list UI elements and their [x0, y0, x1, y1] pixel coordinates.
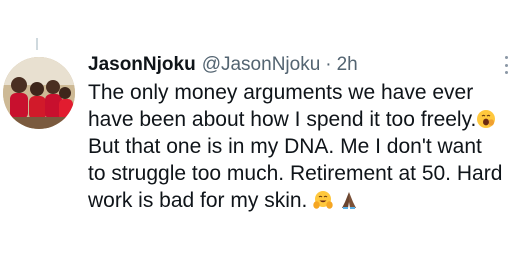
more-options-icon[interactable] [496, 54, 516, 76]
tweet-header: JasonNjoku @JasonNjoku · 2h [88, 52, 508, 78]
tweet-text-line: work is bad for my skin. [88, 187, 508, 214]
tweet-text-line: have been about how I spend it too freel… [88, 106, 508, 133]
more-options-dot [504, 71, 508, 74]
tweet-text-line: But that one is in my DNA. Me I don't wa… [88, 135, 482, 158]
avatar[interactable] [3, 57, 75, 129]
more-options-dot [504, 63, 508, 67]
tweet-content: JasonNjoku @JasonNjoku · 2h The only mon… [88, 52, 508, 214]
tweet-timestamp[interactable]: 2h [337, 52, 358, 78]
author-display-name[interactable]: JasonNjoku [88, 52, 196, 78]
more-options-dot [504, 56, 508, 59]
folded-hands-icon [342, 192, 357, 209]
yawning-face-icon [477, 110, 496, 128]
tweet-text: The only money arguments we have ever ha… [88, 79, 508, 214]
smiling-face-with-open-hands-icon [313, 191, 333, 209]
thread-connector-line [36, 38, 38, 50]
tweet-text-line: The only money arguments we have ever [88, 81, 474, 104]
avatar-photo [3, 57, 75, 129]
tweet-text-line: to struggle too much. Retirement at 50. … [88, 162, 503, 185]
header-separator: · [325, 54, 332, 75]
author-handle[interactable]: @JasonNjoku [202, 52, 321, 78]
tweet-card[interactable]: JasonNjoku @JasonNjoku · 2h The only mon… [0, 0, 529, 256]
